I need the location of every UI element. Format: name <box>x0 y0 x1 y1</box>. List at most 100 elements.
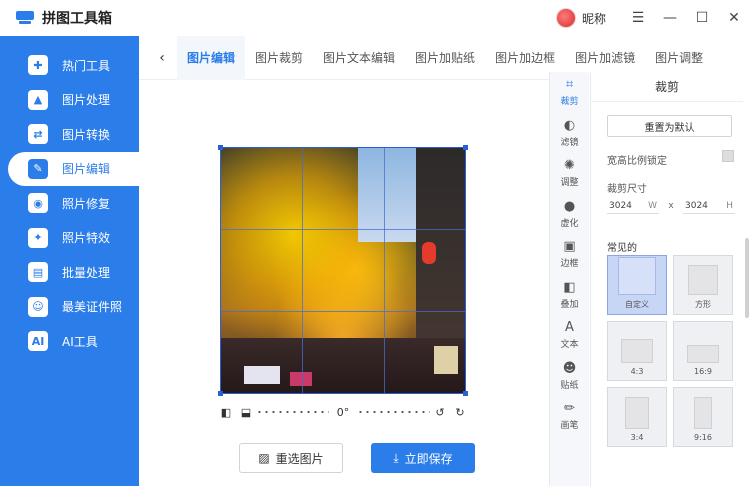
sidebar-item-hot-tools[interactable]: ✚ 热门工具 <box>0 48 139 83</box>
tab-image-text-edit[interactable]: 图片文本编辑 <box>313 36 405 80</box>
crop-panel: 裁剪 重置为默认 宽高比例锁定 裁剪尺寸 3024 W x 3024 H 常见的… <box>590 72 750 486</box>
tool-strip: ⌗ 裁剪 ◐ 滤镜 ✺ 调整 ● 虚化 ▣ 边框 ◧ 叠加 A 文本 ☻ 贴纸 … <box>549 72 589 486</box>
width-value: 3024 <box>609 200 632 211</box>
rotate-left-icon[interactable]: ↺ <box>434 406 446 419</box>
batch-process-icon: ▤ <box>28 262 48 283</box>
crop-handle[interactable] <box>463 145 468 150</box>
tool-label: 画笔 <box>560 421 579 432</box>
border-icon: ▣ <box>563 239 576 255</box>
back-icon[interactable]: ‹ <box>147 36 177 80</box>
image-process-icon: ▲ <box>28 89 48 110</box>
flip-vertical-icon[interactable]: ⬓ <box>240 406 252 419</box>
photo-repair-icon: ◉ <box>28 193 48 214</box>
sidebar-item-image-edit[interactable]: ✎ 图片编辑 <box>8 151 139 186</box>
width-unit: W <box>648 200 657 211</box>
photo-effects-icon: ✦ <box>28 227 48 248</box>
sidebar-item-photo-effects[interactable]: ✦ 照片特效 <box>0 221 139 256</box>
flip-horizontal-icon[interactable]: ◧ <box>220 406 232 419</box>
rotation-slider-left[interactable] <box>256 411 329 413</box>
adjust-icon: ✺ <box>564 158 575 174</box>
tool-label: 贴纸 <box>560 380 579 391</box>
sidebar: ✚ 热门工具 ▲ 图片处理 ⇄ 图片转换 ✎ 图片编辑 ◉ 照片修复 ✦ 照片特… <box>0 36 139 486</box>
crop-frame[interactable] <box>218 145 468 396</box>
blur-icon: ● <box>563 198 576 214</box>
tool-sticker[interactable]: ☻ 贴纸 <box>550 356 589 397</box>
width-field[interactable]: 3024 W <box>607 198 659 214</box>
tab-image-edit[interactable]: 图片编辑 <box>177 35 246 80</box>
sidebar-item-label: AI工具 <box>62 334 98 349</box>
editor-canvas: ◧ ⬓ 0° ↺ ↻ ▨ 重选图片 ⤓ 立即保存 <box>139 80 549 486</box>
panel-scrollbar[interactable] <box>745 238 749 318</box>
crop-handle[interactable] <box>218 145 223 150</box>
avatar[interactable] <box>555 8 576 28</box>
close-icon[interactable]: ✕ <box>718 0 750 36</box>
crop-handle[interactable] <box>218 391 223 396</box>
ratio-4-3[interactable]: 4:3 <box>607 321 667 381</box>
text-icon: A <box>565 320 574 336</box>
save-label: 立即保存 <box>404 451 453 466</box>
sidebar-item-image-convert[interactable]: ⇄ 图片转换 <box>0 117 139 152</box>
tool-filter[interactable]: ◐ 滤镜 <box>550 113 589 154</box>
overlay-icon: ◧ <box>563 279 576 295</box>
ratio-9-16[interactable]: 9:16 <box>673 387 733 447</box>
nickname[interactable]: 昵称 <box>582 10 606 27</box>
tool-label: 虚化 <box>560 218 579 229</box>
ratio-3-4[interactable]: 3:4 <box>607 387 667 447</box>
rotation-angle: 0° <box>336 405 350 419</box>
sidebar-item-image-process[interactable]: ▲ 图片处理 <box>0 83 139 118</box>
app-title: 拼图工具箱 <box>42 11 112 27</box>
tool-brush[interactable]: ✏ 画笔 <box>550 396 589 437</box>
ratio-shape <box>687 345 719 363</box>
tool-border[interactable]: ▣ 边框 <box>550 234 589 275</box>
tool-label: 叠加 <box>560 299 579 310</box>
hot-tools-icon: ✚ <box>28 55 48 76</box>
reselect-label: 重选图片 <box>275 451 324 466</box>
crop-handle[interactable] <box>463 391 468 396</box>
sidebar-item-label: 照片特效 <box>62 231 111 246</box>
common-ratios-label: 常见的 <box>607 243 637 254</box>
sticker-icon: ☻ <box>562 360 577 376</box>
ratio-square[interactable]: 方形 <box>673 255 733 315</box>
minimize-icon[interactable]: — <box>654 0 686 36</box>
sidebar-item-batch-process[interactable]: ▤ 批量处理 <box>0 255 139 290</box>
panel-title: 裁剪 <box>591 72 743 102</box>
ratio-16-9[interactable]: 16:9 <box>673 321 733 381</box>
tool-adjust[interactable]: ✺ 调整 <box>550 153 589 194</box>
crop-size-label: 裁剪尺寸 <box>607 184 647 195</box>
rotation-slider-right[interactable] <box>357 411 430 413</box>
tool-label: 边框 <box>560 259 579 270</box>
height-field[interactable]: 3024 H <box>683 198 735 214</box>
sidebar-item-label: 热门工具 <box>62 58 111 73</box>
image-convert-icon: ⇄ <box>28 124 48 145</box>
tool-overlay[interactable]: ◧ 叠加 <box>550 275 589 316</box>
tool-blur[interactable]: ● 虚化 <box>550 194 589 235</box>
tool-text[interactable]: A 文本 <box>550 315 589 356</box>
download-icon: ⤓ <box>393 450 399 465</box>
sidebar-item-label: 图片处理 <box>62 93 111 108</box>
reselect-image-button[interactable]: ▨ 重选图片 <box>239 443 343 473</box>
tab-image-crop[interactable]: 图片裁剪 <box>245 36 313 80</box>
height-value: 3024 <box>685 200 708 211</box>
tool-crop[interactable]: ⌗ 裁剪 <box>550 72 589 113</box>
ratio-label: 自定义 <box>625 300 649 309</box>
lock-ratio-checkbox[interactable] <box>722 150 734 162</box>
sidebar-item-label: 批量处理 <box>62 265 111 280</box>
tool-label: 调整 <box>560 178 579 189</box>
title-bar: 拼图工具箱 昵称 ☰ — ☐ ✕ <box>0 0 750 36</box>
app-logo-icon <box>16 11 34 25</box>
lock-ratio-label: 宽高比例锁定 <box>607 156 667 167</box>
sidebar-item-photo-repair[interactable]: ◉ 照片修复 <box>0 186 139 221</box>
sidebar-item-ai-tools[interactable]: AI AI工具 <box>0 324 139 359</box>
ratio-label: 16:9 <box>694 367 712 376</box>
menu-icon[interactable]: ☰ <box>622 0 654 36</box>
crop-size-row: 3024 W x 3024 H <box>607 198 735 214</box>
ratio-custom[interactable]: 自定义 <box>607 255 667 315</box>
rotate-right-icon[interactable]: ↻ <box>454 406 466 419</box>
sidebar-item-id-photo[interactable]: ☺ 最美证件照 <box>0 290 139 325</box>
ratio-label: 9:16 <box>694 433 712 442</box>
save-now-button[interactable]: ⤓ 立即保存 <box>371 443 475 473</box>
reset-default-button[interactable]: 重置为默认 <box>607 115 732 137</box>
tab-image-sticker[interactable]: 图片加贴纸 <box>405 36 485 80</box>
brush-icon: ✏ <box>564 401 575 417</box>
maximize-icon[interactable]: ☐ <box>686 0 718 36</box>
